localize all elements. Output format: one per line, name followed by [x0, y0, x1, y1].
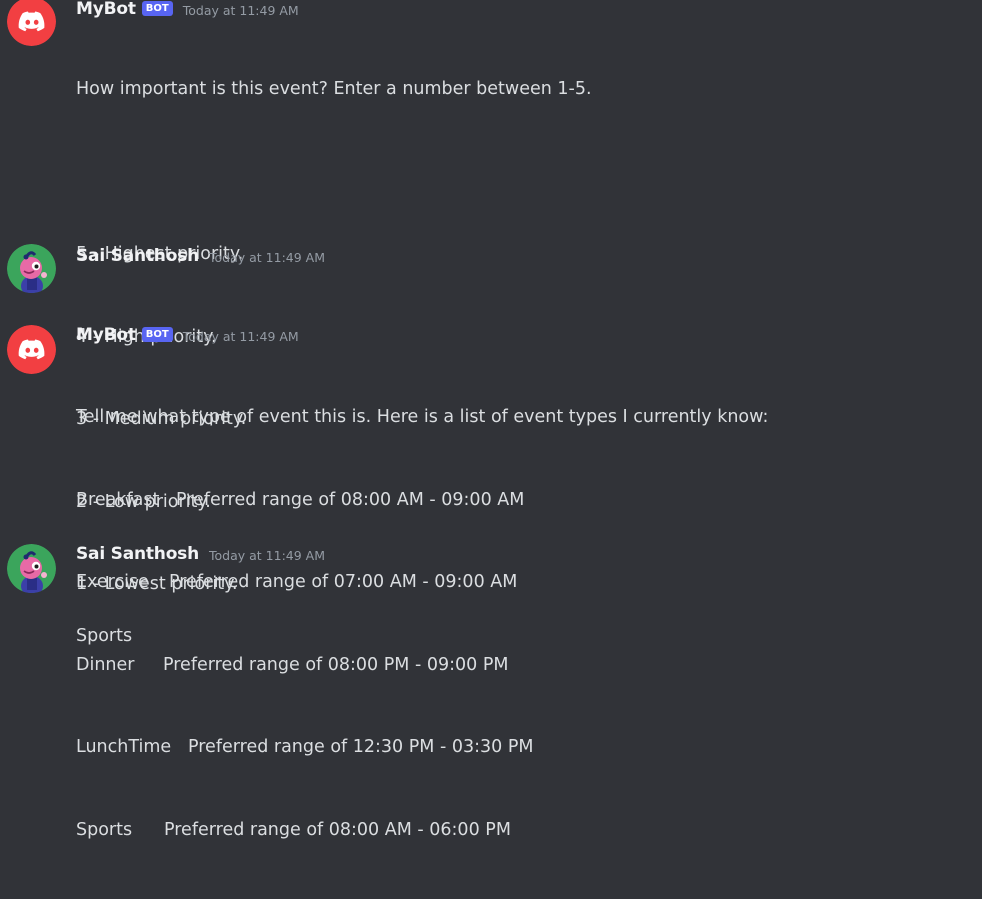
message-line: How important is this event? Enter a num… [76, 79, 592, 99]
event-range: Preferred range of 12:30 PM - 03:30 PM [188, 737, 534, 757]
username[interactable]: MyBot [76, 325, 136, 345]
event-type-row: Dinner Preferred range of 08:00 PM - 09:… [76, 652, 768, 680]
timestamp[interactable]: Today at 11:49 AM [209, 250, 325, 265]
message-line: Tell me what type of event this is. Here… [76, 407, 769, 427]
message-line: Sports [76, 626, 133, 646]
message-header: Sai Santhosh Today at 11:49 AM [76, 542, 325, 566]
discord-logo-icon [7, 0, 56, 46]
user-avatar[interactable] [7, 544, 56, 593]
bot-avatar[interactable] [7, 325, 56, 374]
bot-badge: BOT [141, 0, 173, 16]
event-name: Sports [76, 819, 133, 840]
bot-avatar[interactable] [7, 0, 56, 46]
event-type-row: Breakfast Preferred range of 08:00 AM - … [76, 487, 768, 515]
message-header: Sai Santhosh Today at 11:49 AM [76, 244, 325, 268]
message-user-event-reply: Sai Santhosh Today at 11:49 AM Sports [0, 542, 982, 646]
timestamp[interactable]: Today at 11:49 AM [183, 3, 299, 18]
event-range: Preferred range of 08:00 AM - 09:00 AM [176, 489, 525, 510]
event-range: Preferred range of 08:00 PM - 09:00 PM [163, 654, 509, 675]
message-header: MyBot BOT Today at 11:49 AM [76, 0, 299, 21]
user-avatar[interactable] [7, 244, 56, 293]
bot-badge: BOT [141, 326, 173, 342]
event-type-row: Sports Preferred range of 08:00 AM - 06:… [76, 817, 768, 845]
message-mybot-event-types: MyBot BOT Today at 11:49 AM Tell me what… [0, 323, 982, 840]
message-content: Tell me what type of event this is. Here… [76, 349, 768, 899]
timestamp[interactable]: Today at 11:49 AM [183, 329, 299, 344]
event-name: LunchTime [76, 737, 172, 757]
discord-logo-icon [7, 325, 56, 374]
message-content: Sports [76, 568, 132, 706]
username[interactable]: Sai Santhosh [76, 544, 199, 564]
message-line [76, 159, 592, 187]
event-range: Preferred range of 08:00 AM - 06:00 PM [164, 819, 511, 840]
cartoon-character-avatar-icon [7, 244, 56, 293]
username[interactable]: Sai Santhosh [76, 246, 199, 266]
cartoon-character-avatar-icon [7, 544, 56, 593]
event-name: Breakfast [76, 489, 160, 510]
message-header: MyBot BOT Today at 11:49 AM [76, 323, 299, 347]
timestamp[interactable]: Today at 11:49 AM [209, 548, 325, 563]
message-mybot-priority: MyBot BOT Today at 11:49 AM How importan… [0, 0, 982, 594]
message-user-priority-reply: Sai Santhosh Today at 11:49 AM 4 [0, 244, 982, 346]
event-type-row: LunchTime Preferred range of 12:30 PM - … [76, 734, 768, 762]
username[interactable]: MyBot [76, 0, 136, 19]
